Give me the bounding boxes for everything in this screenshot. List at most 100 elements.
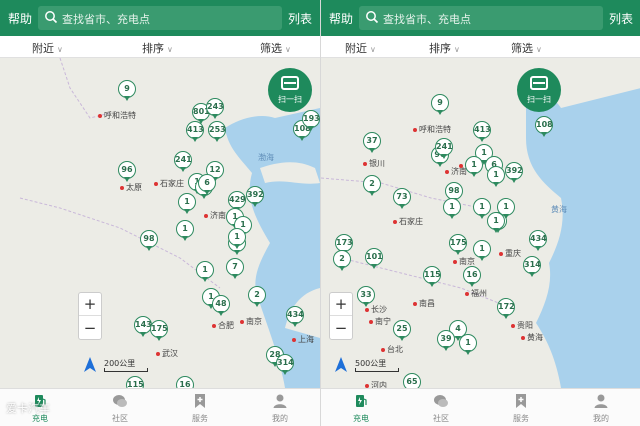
charging-station-pin[interactable]: 73 [393, 188, 411, 210]
tab-community[interactable]: 社区 [401, 389, 481, 426]
charging-station-pin[interactable]: 98 [140, 230, 158, 252]
scale-label: 500公里 [355, 359, 387, 368]
charging-station-pin[interactable]: 392 [246, 186, 264, 208]
tab-mine[interactable]: 我的 [561, 389, 640, 426]
charging-station-pin[interactable]: 434 [529, 230, 547, 252]
service-bookmark-icon [516, 394, 526, 408]
city-dot [499, 251, 503, 256]
top-bar: 帮助 查找省市、充电点 列表 [321, 0, 640, 36]
charging-station-pin[interactable]: 1 [473, 240, 491, 262]
tab-community[interactable]: 社区 [80, 389, 160, 426]
city-dot [365, 383, 369, 388]
charging-station-pin[interactable]: 434 [286, 306, 304, 328]
zoom-in-button[interactable]: + [330, 293, 352, 316]
city-dot [445, 169, 449, 174]
zoom-out-button[interactable]: − [79, 317, 101, 340]
charging-station-pin[interactable]: 101 [365, 248, 383, 270]
charging-station-pin[interactable]: 241 [435, 138, 453, 160]
pin-tail [204, 190, 210, 195]
tab-service[interactable]: 服务 [481, 389, 561, 426]
tab-label: 我的 [272, 414, 288, 423]
filter-nearby[interactable]: 附近 ∨ [345, 40, 376, 56]
list-button[interactable]: 列表 [609, 10, 633, 27]
sea-label: 渤海 [258, 153, 274, 162]
charging-station-pin[interactable]: 1 [465, 156, 483, 178]
charging-station-pin[interactable]: 96 [118, 161, 136, 183]
charging-station-pin[interactable]: 7 [226, 258, 244, 280]
search-input[interactable]: 查找省市、充电点 [359, 6, 603, 30]
charging-station-pin[interactable]: 9 [118, 80, 136, 102]
charging-station-pin[interactable]: 16 [463, 266, 481, 288]
city-name: 南宁 [375, 317, 391, 326]
charging-station-pin[interactable]: 6 [198, 174, 216, 196]
locate-arrow-icon[interactable] [82, 356, 98, 374]
charging-station-pin[interactable]: 175 [449, 234, 467, 256]
charging-station-pin[interactable]: 2 [363, 175, 381, 197]
city-label: 石家庄 [154, 178, 184, 189]
charging-station-pin[interactable]: 37 [363, 132, 381, 154]
city-dot [453, 259, 457, 264]
pin-tail [339, 266, 345, 271]
pin-tail [437, 110, 443, 115]
city-dot [363, 161, 367, 166]
zoom-out-button[interactable]: − [330, 317, 352, 340]
charging-station-pin[interactable]: 1 [487, 212, 505, 234]
pin-tail [471, 172, 477, 177]
pin-tail [465, 350, 471, 355]
map-view[interactable]: 渤海 呼和浩特 太原 石家庄 济南 合肥 南京 上海 武汉 9 801 243 413 253 108 19… [0, 58, 320, 397]
charging-station-pin[interactable]: 2 [248, 286, 266, 308]
tab-charging[interactable]: 充电 [321, 389, 401, 426]
tab-mine[interactable]: 我的 [240, 389, 320, 426]
charging-station-pin[interactable]: 9 [431, 94, 449, 116]
charging-station-pin[interactable]: 1 [176, 220, 194, 242]
charging-station-pin[interactable]: 314 [523, 256, 541, 278]
zoom-control: + − [329, 292, 353, 340]
charging-station-pin[interactable]: 33 [357, 286, 375, 308]
charging-station-pin[interactable]: 175 [150, 320, 168, 342]
filter-nearby[interactable]: 附近 ∨ [32, 40, 63, 56]
scan-button[interactable]: 扫一扫 [517, 68, 561, 112]
charging-station-pin[interactable]: 1 [178, 193, 196, 215]
charging-station-pin[interactable]: 1 [487, 166, 505, 188]
charging-station-pin[interactable]: 253 [208, 121, 226, 143]
filter-sort[interactable]: 排序 ∨ [142, 40, 173, 56]
charging-station-pin[interactable]: 2 [333, 250, 351, 272]
search-input[interactable]: 查找省市、充电点 [38, 6, 282, 30]
charging-station-pin[interactable]: 1 [196, 261, 214, 283]
charging-station-pin[interactable]: 172 [497, 298, 515, 320]
charging-station-pin[interactable]: 108 [535, 116, 553, 138]
charging-station-pin[interactable]: 314 [276, 354, 294, 376]
charging-station-pin[interactable]: 1 [459, 334, 477, 356]
tab-service[interactable]: 服务 [160, 389, 240, 426]
map-view[interactable]: 黄海 呼和浩特银川石家庄济南武汉南京重庆长沙南昌福州贵阳南宁台北黄海河内9108… [321, 58, 640, 394]
charging-station-pin[interactable]: 243 [206, 98, 224, 120]
filter-screen[interactable]: 筛选 ∨ [260, 40, 291, 56]
charging-station-pin[interactable]: 48 [212, 295, 230, 317]
city-dot [365, 307, 369, 312]
charging-station-pin[interactable]: 413 [186, 121, 204, 143]
charging-station-pin[interactable]: 39 [437, 330, 455, 352]
charging-station-pin[interactable]: 241 [174, 151, 192, 173]
locate-arrow-icon[interactable] [333, 356, 349, 374]
city-name: 呼和浩特 [104, 111, 136, 120]
zoom-in-button[interactable]: + [79, 293, 101, 316]
help-button[interactable]: 帮助 [8, 10, 32, 27]
search-icon [45, 11, 58, 24]
charging-station-pin[interactable]: 115 [423, 266, 441, 288]
charging-station-pin[interactable]: 1 [443, 198, 461, 220]
list-button[interactable]: 列表 [288, 10, 312, 27]
charging-station-pin[interactable]: 25 [393, 320, 411, 342]
help-button[interactable]: 帮助 [329, 10, 353, 27]
filter-screen[interactable]: 筛选 ∨ [511, 40, 542, 56]
map-screen-left: 帮助 查找省市、充电点 列表 附近 ∨ 排序 ∨ 筛选 ∨ 渤海 呼和浩特 太原 石家庄济… [0, 0, 320, 426]
charging-station-pin[interactable]: 193 [302, 110, 320, 132]
charging-station-pin[interactable]: 413 [473, 121, 491, 143]
scan-button[interactable]: 扫一扫 [268, 68, 312, 112]
pin-tail [234, 250, 240, 255]
charging-station-pin[interactable]: 392 [505, 162, 523, 184]
sea-label: 黄海 [551, 205, 567, 214]
filter-bar: 附近 ∨ 排序 ∨ 筛选 ∨ [321, 36, 640, 58]
filter-sort[interactable]: 排序 ∨ [429, 40, 460, 56]
city-label: 武汉 [156, 348, 178, 359]
charging-station-pin[interactable]: 1 [228, 228, 246, 250]
